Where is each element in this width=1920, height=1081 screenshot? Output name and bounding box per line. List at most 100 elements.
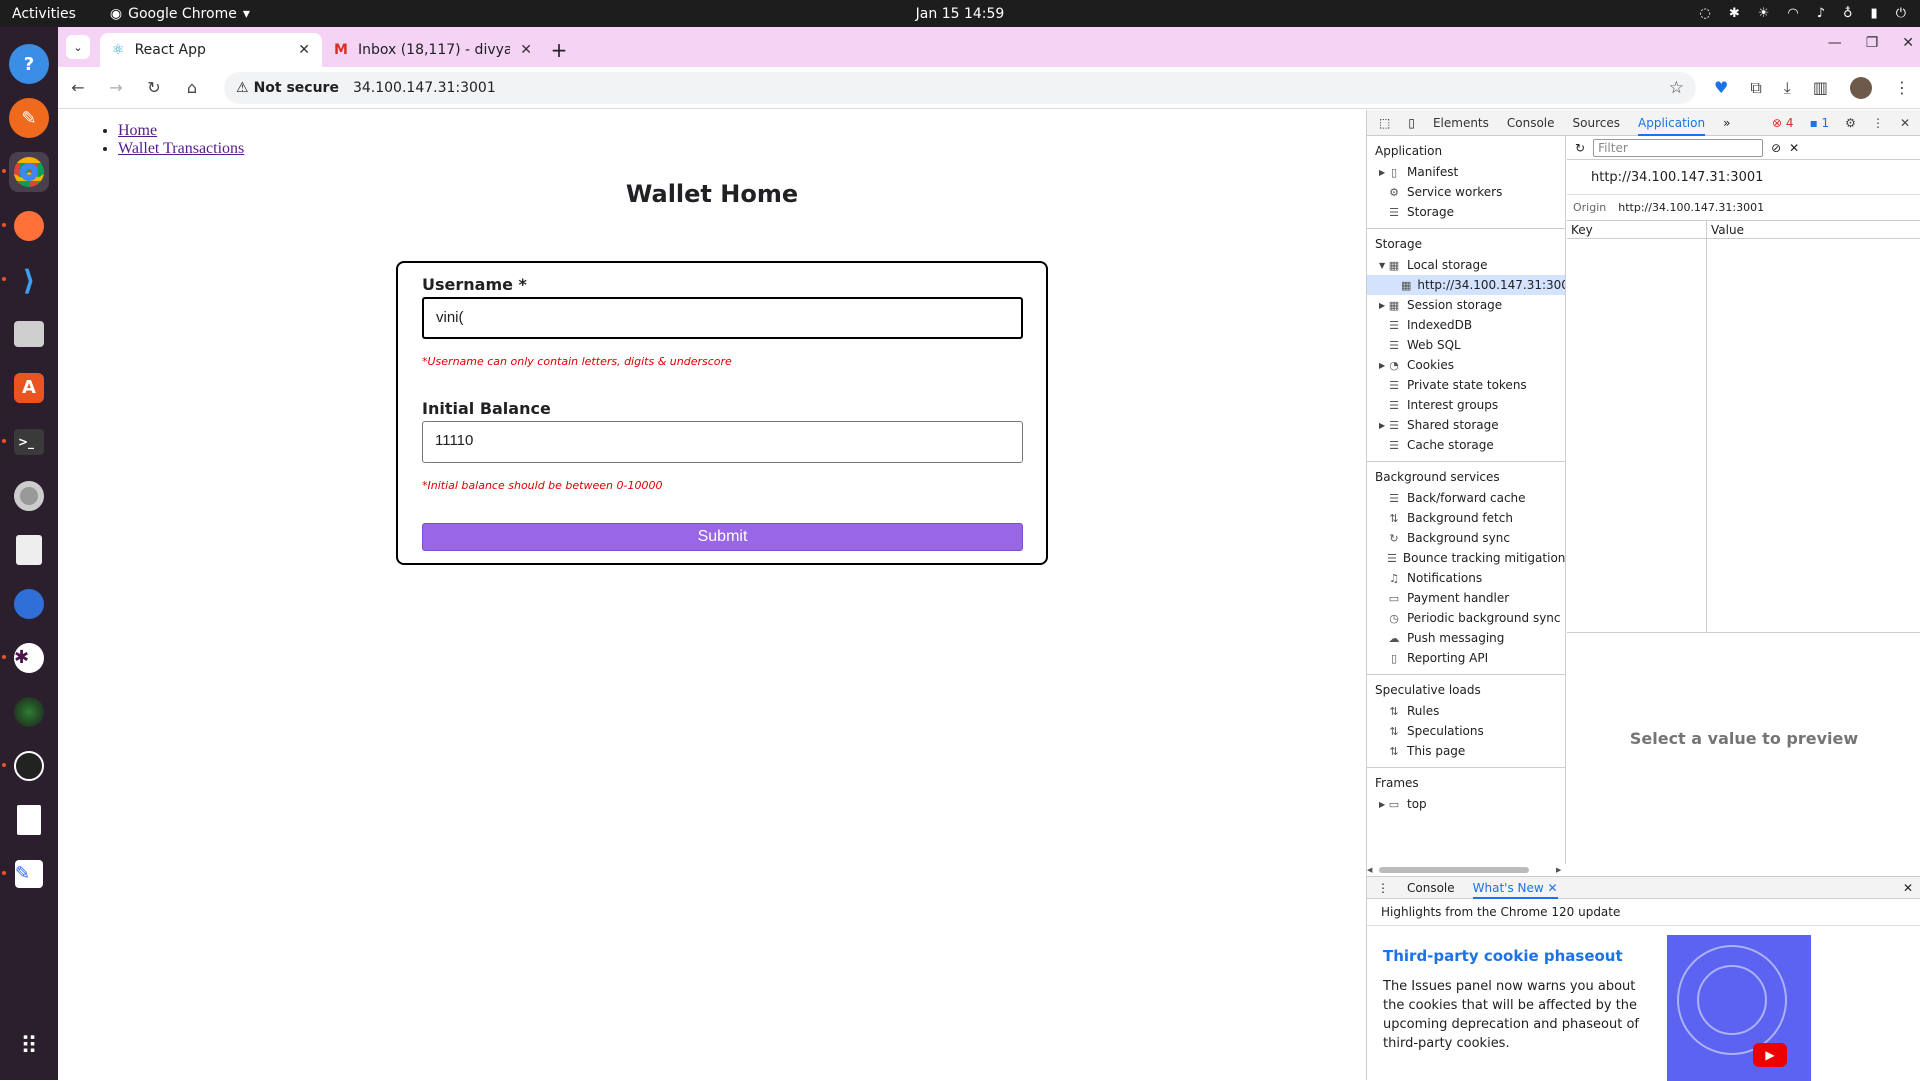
new-tab-icon[interactable]: + xyxy=(544,35,574,65)
drawer-tab-console[interactable]: Console xyxy=(1407,881,1455,895)
delete-selected-icon[interactable]: ✕ xyxy=(1789,141,1799,155)
sidebar-item-reporting-api[interactable]: ▯ Reporting API xyxy=(1367,648,1565,668)
extensions-puzzle-icon[interactable]: ⧉ xyxy=(1750,78,1761,98)
devtools-menu-icon[interactable]: ⋮ xyxy=(1872,116,1884,130)
reload-icon[interactable]: ↻ xyxy=(144,78,164,97)
files-icon[interactable] xyxy=(9,314,49,354)
balance-input[interactable]: 11110 xyxy=(422,421,1023,463)
sidebar-item-storage[interactable]: ☰ Storage xyxy=(1367,202,1565,222)
expand-arrow-icon[interactable]: ▶ xyxy=(1379,421,1385,430)
youtube-play-icon[interactable]: ▶ xyxy=(1753,1043,1787,1067)
error-badge[interactable]: ⊗ 4 xyxy=(1772,116,1794,130)
more-tabs-icon[interactable]: » xyxy=(1723,116,1730,130)
whats-new-headline[interactable]: Third-party cookie phaseout xyxy=(1383,947,1623,965)
column-header-value[interactable]: Value xyxy=(1707,221,1920,239)
clear-all-icon[interactable]: ⊘ xyxy=(1771,141,1781,155)
submit-button[interactable]: Submit xyxy=(422,523,1023,551)
drawer-menu-icon[interactable]: ⋮ xyxy=(1377,881,1389,895)
text-editor-icon[interactable] xyxy=(9,530,49,570)
address-bar[interactable]: ⚠ Not secure 34.100.147.31:3001 ☆ xyxy=(224,71,1697,104)
sidebar-item-cookies[interactable]: ▶ ◔ Cookies xyxy=(1367,355,1565,375)
sidebar-item-shared-storage[interactable]: ▶ ☰ Shared storage xyxy=(1367,415,1565,435)
sidebar-item-local-storage-origin[interactable]: ▦ http://34.100.147.31:3001 xyxy=(1367,275,1565,295)
tab-react-app[interactable]: ⚛ React App ✕ xyxy=(100,33,322,67)
app-menu[interactable]: ◉ Google Chrome ▾ xyxy=(110,6,250,22)
scrollbar-thumb[interactable] xyxy=(1379,867,1529,873)
sidebar-item-private-state-tokens[interactable]: ☰ Private state tokens xyxy=(1367,375,1565,395)
restore-icon[interactable]: ❐ xyxy=(1866,35,1879,51)
tab-elements[interactable]: Elements xyxy=(1433,116,1489,130)
help-icon[interactable]: ? xyxy=(9,44,49,84)
show-apps-icon[interactable]: ⠿ xyxy=(9,1026,49,1066)
sidebar-item-speculations[interactable]: ⇅ Speculations xyxy=(1367,721,1565,741)
expand-arrow-icon[interactable]: ▶ xyxy=(1379,800,1385,809)
sidebar-item-back-forward-cache[interactable]: ☰ Back/forward cache xyxy=(1367,488,1565,508)
close-devtools-icon[interactable]: ✕ xyxy=(1900,116,1910,130)
drawer-tab-whats-new[interactable]: What's New ✕ xyxy=(1472,877,1558,899)
nav-link-home[interactable]: Home xyxy=(118,122,157,139)
sidebar-item-manifest[interactable]: ▶ ▯ Manifest xyxy=(1367,162,1565,182)
activities-button[interactable]: Activities xyxy=(12,6,76,22)
sidebar-item-bounce-tracking[interactable]: ☰ Bounce tracking mitigations xyxy=(1367,548,1565,568)
sidebar-item-local-storage[interactable]: ▼ ▦ Local storage xyxy=(1367,255,1565,275)
scroll-right-icon[interactable]: ▶ xyxy=(1556,866,1564,874)
sidebar-item-top-frame[interactable]: ▶ ▭ top xyxy=(1367,794,1565,814)
sidebar-item-notifications[interactable]: ♫ Notifications xyxy=(1367,568,1565,588)
browser-app-icon[interactable] xyxy=(9,584,49,624)
nav-link-wallet-transactions[interactable]: Wallet Transactions xyxy=(118,140,244,157)
minimize-icon[interactable]: — xyxy=(1828,35,1842,51)
close-icon[interactable]: ✕ xyxy=(520,42,532,58)
sidebar-item-payment-handler[interactable]: ▭ Payment handler xyxy=(1367,588,1565,608)
forward-icon[interactable]: → xyxy=(106,78,126,97)
sidebar-item-this-page[interactable]: ⇅ This page xyxy=(1367,741,1565,761)
app-center-icon[interactable]: A xyxy=(9,368,49,408)
column-header-key[interactable]: Key xyxy=(1567,221,1706,239)
sidebar-horizontal-scrollbar[interactable]: ◀ ▶ xyxy=(1367,864,1566,874)
chrome-dock-icon[interactable] xyxy=(2,152,49,192)
video-thumbnail[interactable]: ▶ xyxy=(1667,935,1811,1081)
expand-arrow-icon[interactable]: ▶ xyxy=(1379,168,1385,177)
sidebar-item-background-fetch[interactable]: ⇅ Background fetch xyxy=(1367,508,1565,528)
inspect-icon[interactable]: ⬚ xyxy=(1379,116,1390,130)
close-drawer-icon[interactable]: ✕ xyxy=(1903,881,1913,895)
tab-console[interactable]: Console xyxy=(1507,116,1555,130)
terminal-icon[interactable]: >_ xyxy=(2,422,49,462)
bookmark-star-icon[interactable]: ☆ xyxy=(1669,78,1684,98)
sidebar-item-background-sync[interactable]: ↻ Background sync xyxy=(1367,528,1565,548)
obs-icon[interactable] xyxy=(2,746,49,786)
slack-icon[interactable]: ✱ xyxy=(2,638,49,678)
sidebar-item-interest-groups[interactable]: ☰ Interest groups xyxy=(1367,395,1565,415)
profile-avatar[interactable] xyxy=(1850,76,1872,99)
extension-icon[interactable]: ♥ xyxy=(1714,78,1728,97)
settings-gear-icon[interactable]: ⚙ xyxy=(1845,116,1856,130)
username-input[interactable]: vini( xyxy=(422,297,1023,339)
sidebar-item-indexeddb[interactable]: ☰ IndexedDB xyxy=(1367,315,1565,335)
scroll-left-icon[interactable]: ◀ xyxy=(1367,866,1375,874)
refresh-icon[interactable]: ↻ xyxy=(1575,141,1585,155)
sidebar-item-web-sql[interactable]: ☰ Web SQL xyxy=(1367,335,1565,355)
vscode-icon[interactable]: ⟩ xyxy=(2,260,49,300)
sidebar-item-push-messaging[interactable]: ☁ Push messaging xyxy=(1367,628,1565,648)
document-icon[interactable] xyxy=(9,800,49,840)
settings-icon[interactable] xyxy=(9,476,49,516)
notes-icon[interactable]: ✎ xyxy=(2,854,49,894)
back-icon[interactable]: ← xyxy=(68,78,88,97)
home-icon[interactable]: ⌂ xyxy=(182,78,202,97)
collapse-arrow-icon[interactable]: ▼ xyxy=(1379,261,1385,270)
sidebar-item-cache-storage[interactable]: ☰ Cache storage xyxy=(1367,435,1565,455)
url-text[interactable]: 34.100.147.31:3001 xyxy=(353,80,496,96)
sidebar-item-session-storage[interactable]: ▶ ▦ Session storage xyxy=(1367,295,1565,315)
tab-application[interactable]: Application xyxy=(1638,110,1706,136)
close-icon[interactable]: ✕ xyxy=(1548,881,1558,895)
sidebar-item-periodic-background-sync[interactable]: ◷ Periodic background sync xyxy=(1367,608,1565,628)
security-chip[interactable]: ⚠ Not secure xyxy=(236,80,339,96)
sidebar-item-rules[interactable]: ⇅ Rules xyxy=(1367,701,1565,721)
device-toggle-icon[interactable]: ▯ xyxy=(1408,116,1415,130)
close-icon[interactable]: ✕ xyxy=(298,42,310,58)
menu-kebab-icon[interactable]: ⋮ xyxy=(1894,78,1910,97)
firefox-icon[interactable] xyxy=(2,206,49,246)
message-badge[interactable]: ▪ 1 xyxy=(1810,116,1830,130)
sidebar-item-service-workers[interactable]: ⚙ Service workers xyxy=(1367,182,1565,202)
system-tray[interactable]: ◌ ✱ ☀ ◠ ♪ ♁ ▮ ⏻ xyxy=(1699,0,1906,27)
clock[interactable]: Jan 15 14:59 xyxy=(0,6,1920,22)
